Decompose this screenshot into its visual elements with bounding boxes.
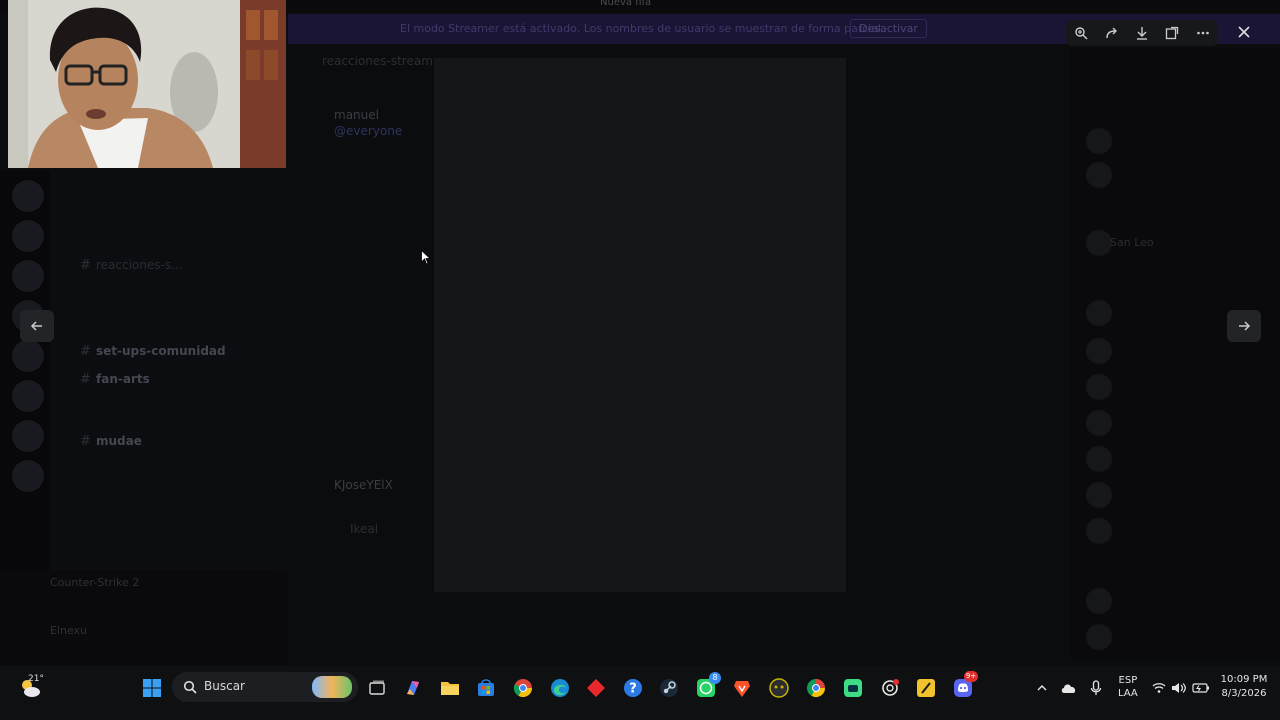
battery-icon[interactable] [1189, 676, 1213, 700]
username: Elnexu [50, 624, 88, 637]
message-text: @everyone [334, 124, 403, 138]
volume-icon[interactable] [1167, 676, 1191, 700]
clock-time: 10:09 PM [1220, 674, 1268, 685]
code-editor-icon[interactable] [914, 676, 938, 700]
message-author: KJoseYElX [334, 478, 393, 492]
language-code: ESP [1118, 675, 1138, 686]
webcam-overlay [8, 0, 286, 168]
red-diamond-app-icon[interactable] [584, 676, 608, 700]
avatar[interactable] [1086, 410, 1112, 436]
chatgpt-icon[interactable] [878, 676, 902, 700]
search-placeholder: Buscar [204, 679, 245, 693]
avatar[interactable] [1086, 374, 1112, 400]
whatsapp-badge: 8 [709, 672, 721, 684]
avatar[interactable] [1086, 624, 1112, 650]
message-text: Ikeal [350, 522, 379, 536]
discord-badge: 9+ [964, 671, 978, 682]
search-icon [183, 680, 197, 694]
channel-item[interactable]: reacciones-s... [96, 258, 183, 272]
android-studio-icon[interactable] [841, 676, 865, 700]
discord-icon[interactable]: 9+ [951, 671, 978, 700]
file-explorer-icon[interactable] [438, 676, 462, 700]
arrow-left-icon[interactable] [20, 310, 54, 342]
weather-temperature: 21° [28, 674, 44, 684]
server-rail [0, 170, 50, 600]
server-icon[interactable] [12, 340, 44, 372]
message-author: manuel [334, 108, 379, 122]
whatsapp-icon[interactable]: 8 [694, 672, 721, 700]
disable-streamer-mode-button[interactable]: Desactivar [850, 19, 927, 38]
taskbar-clock[interactable]: 10:09 PM 8/3/2026 [1218, 673, 1270, 701]
avatar[interactable] [1086, 518, 1112, 544]
server-icon[interactable] [12, 260, 44, 292]
avatar[interactable] [1086, 230, 1112, 256]
banner-text: El modo Streamer está activado. Los nomb… [400, 22, 885, 35]
member-list: San Leo [1070, 48, 1280, 658]
language-indicator[interactable]: ESP LAA [1118, 674, 1138, 700]
window-title: Nueva fifa [600, 0, 652, 8]
more-icon[interactable] [1192, 22, 1214, 44]
chevron-up-icon[interactable] [1030, 676, 1054, 700]
channel-item[interactable]: set-ups-comunidad [96, 344, 226, 358]
channel-item[interactable]: fan-arts [96, 372, 150, 386]
brave-icon[interactable] [730, 676, 754, 700]
clock-date: 8/3/2026 [1221, 688, 1267, 699]
windows-start-icon[interactable] [140, 676, 164, 700]
chrome-profile-icon[interactable] [804, 676, 828, 700]
channel-item[interactable]: mudae [96, 434, 142, 448]
viewed-image[interactable] [434, 58, 846, 592]
svg-text:?: ? [629, 682, 637, 697]
viewer-toolbar [1066, 20, 1218, 46]
taskbar-search-input[interactable]: Buscar [172, 672, 358, 702]
microsoft-store-icon[interactable] [474, 676, 498, 700]
member-name[interactable]: San Leo [1110, 236, 1154, 249]
server-icon[interactable] [12, 220, 44, 252]
avatar[interactable] [1086, 128, 1112, 154]
task-view-icon[interactable] [365, 676, 389, 700]
avatar[interactable] [1086, 338, 1112, 364]
keyboard-layout: LAA [1118, 688, 1138, 699]
mouse-cursor-icon [421, 249, 432, 269]
zoom-in-icon[interactable] [1070, 22, 1092, 44]
server-icon[interactable] [12, 180, 44, 212]
copilot-icon[interactable] [401, 676, 425, 700]
hash-icon: # [80, 258, 91, 273]
hash-icon: # [80, 434, 91, 449]
channel-header: reacciones-stream [322, 54, 433, 68]
game-launcher-icon[interactable] [767, 676, 791, 700]
hash-icon: # [80, 372, 91, 387]
server-icon[interactable] [12, 460, 44, 492]
hash-icon: # [80, 344, 91, 359]
edge-icon[interactable] [548, 676, 572, 700]
download-icon[interactable] [1131, 22, 1153, 44]
onedrive-icon[interactable] [1057, 676, 1081, 700]
avatar[interactable] [1086, 588, 1112, 614]
chrome-icon[interactable] [511, 676, 535, 700]
activity-game: Counter-Strike 2 [50, 576, 140, 589]
server-icon[interactable] [12, 380, 44, 412]
avatar[interactable] [1086, 482, 1112, 508]
user-panel: Counter-Strike 2 Elnexu [0, 570, 288, 666]
help-icon[interactable]: ? [621, 676, 645, 700]
avatar[interactable] [1086, 446, 1112, 472]
avatar[interactable] [1086, 300, 1112, 326]
arrow-right-icon[interactable] [1227, 310, 1261, 342]
open-external-icon[interactable] [1161, 22, 1183, 44]
search-highlight-icon [312, 676, 352, 698]
avatar[interactable] [1086, 162, 1112, 188]
channel-list: # reacciones-s... # set-ups-comunidad # … [50, 170, 270, 600]
microphone-icon[interactable] [1084, 676, 1108, 700]
steam-icon[interactable] [657, 676, 681, 700]
server-icon[interactable] [12, 420, 44, 452]
share-icon[interactable] [1101, 22, 1123, 44]
close-icon[interactable] [1232, 20, 1256, 44]
